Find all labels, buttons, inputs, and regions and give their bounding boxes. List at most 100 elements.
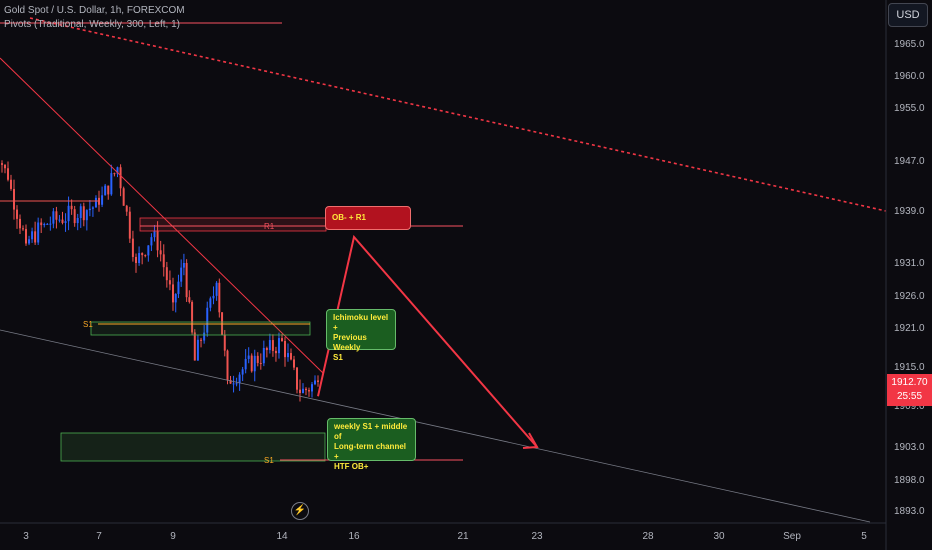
candle-body	[49, 223, 52, 225]
candle-body	[165, 267, 168, 281]
candle-body	[182, 263, 185, 268]
y-tick-label: 1926.0	[894, 291, 925, 302]
y-tick-label: 1903.0	[894, 442, 925, 453]
candle-body	[305, 388, 307, 391]
candle-body	[144, 255, 147, 257]
candle-body	[180, 267, 183, 282]
candle-body	[314, 380, 316, 385]
candle-body	[52, 211, 55, 224]
candle-body	[28, 239, 31, 244]
s1-left-label: S1	[83, 320, 93, 329]
currency-button[interactable]: USD	[888, 3, 928, 27]
annotation-ob-r1-text: OB- + R1	[332, 213, 367, 222]
candle-body	[153, 230, 156, 238]
candle-body	[46, 223, 49, 225]
candle-body	[162, 254, 165, 268]
candle-body	[110, 173, 113, 195]
y-tick-label: 1893.0	[894, 506, 925, 517]
candle-body	[37, 222, 40, 243]
candle-body	[98, 197, 100, 205]
candle-body	[138, 253, 141, 263]
candle-body	[150, 237, 153, 246]
candle-body	[113, 173, 116, 175]
annotation-weekly-s1[interactable]: weekly S1 + middle of Long-term channel …	[327, 418, 416, 471]
candle-body	[226, 350, 229, 380]
candle-body	[256, 355, 259, 363]
candle-body	[25, 229, 27, 244]
candle-body	[131, 238, 134, 257]
candle-body	[70, 205, 73, 210]
long-term-trendline	[29, 17, 887, 212]
annotation-weekly-line: HTF OB+	[334, 462, 369, 471]
y-tick-label: 1921.0	[894, 323, 925, 334]
candle-body	[19, 218, 21, 229]
x-tick-label: 14	[276, 531, 288, 542]
candle-body	[156, 230, 159, 251]
candle-body	[40, 222, 43, 226]
candle-body	[262, 347, 265, 364]
annotation-ob-r1[interactable]: OB- + R1	[325, 206, 411, 230]
candle-body	[185, 263, 188, 298]
candle-body	[212, 295, 215, 299]
annotation-weekly-line: Long-term channel +	[334, 442, 407, 461]
lightning-icon[interactable]: ⚡	[291, 502, 309, 520]
candle-body	[265, 347, 268, 351]
candle-body	[311, 384, 313, 392]
candle-body	[250, 355, 253, 372]
candle-body	[73, 209, 76, 224]
x-tick-label: 7	[96, 531, 102, 542]
candle-body	[268, 340, 271, 351]
annotation-ichimoku-line: Ichimoku level +	[333, 313, 389, 332]
candle-body	[79, 206, 82, 219]
candle-body	[58, 219, 61, 221]
candle-body	[223, 334, 226, 351]
chart-svg[interactable]: R1 S1 S1 1965.01960.01955.01947.01939.01…	[0, 0, 932, 550]
candles-layer	[1, 160, 319, 402]
candle-body	[293, 359, 295, 368]
candle-body	[107, 185, 110, 195]
chart-title: Gold Spot / U.S. Dollar, 1h, FOREXCOM	[4, 5, 185, 16]
candle-body	[177, 281, 180, 294]
candle-body	[7, 168, 9, 180]
annotation-ichimoku-line: Previous Weekly	[333, 333, 367, 352]
candle-body	[13, 188, 15, 210]
candle-body	[290, 353, 292, 360]
r1-label: R1	[264, 222, 275, 231]
x-tick-label: Sep	[783, 531, 801, 542]
candle-body	[125, 205, 128, 212]
candle-body	[82, 206, 85, 221]
candle-body	[232, 383, 235, 385]
candle-body	[274, 350, 277, 354]
bar-countdown: 25:55	[896, 391, 923, 402]
candle-body	[22, 228, 24, 230]
candle-body	[104, 185, 107, 196]
candle-body	[296, 367, 298, 390]
candle-body	[16, 209, 18, 219]
candle-body	[302, 388, 304, 393]
indicator-label: Pivots (Traditional, Weekly, 300, Left, …	[4, 19, 181, 30]
y-tick-label: 1898.0	[894, 475, 925, 486]
candle-body	[244, 358, 247, 370]
candle-body	[253, 355, 256, 372]
candle-body	[235, 383, 238, 385]
candle-body	[259, 362, 262, 364]
last-price-badge: 1912.70 25:55	[887, 374, 932, 406]
candle-body	[200, 339, 203, 341]
y-tick-label: 1960.0	[894, 71, 925, 82]
y-tick-label: 1947.0	[894, 156, 925, 167]
candle-body	[218, 282, 221, 313]
x-tick-label: 30	[713, 531, 725, 542]
x-tick-label: 5	[861, 531, 867, 542]
candle-body	[128, 211, 131, 239]
y-tick-label: 1939.0	[894, 206, 925, 217]
htf-demand-zone	[60, 432, 326, 462]
annotation-weekly-line: weekly S1 + middle of	[334, 422, 408, 441]
time-axis: 3 7 9 14 16 21 23 28 30 Sep 5	[23, 531, 867, 542]
candle-body	[101, 195, 104, 205]
candle-body	[174, 293, 177, 303]
annotation-ichimoku[interactable]: Ichimoku level + Previous Weekly S1	[326, 309, 396, 362]
candle-body	[76, 218, 79, 224]
x-tick-label: 9	[170, 531, 176, 542]
candle-body	[135, 256, 137, 263]
x-tick-label: 21	[457, 531, 469, 542]
